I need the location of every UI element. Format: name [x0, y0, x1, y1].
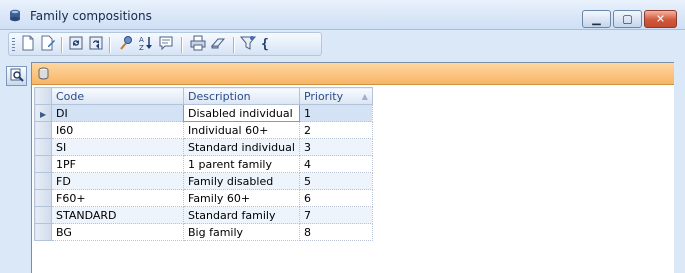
- toolbar-separator: [61, 37, 62, 53]
- cell-description[interactable]: Standard family: [183, 206, 300, 224]
- cell-description[interactable]: Family 60+: [183, 189, 300, 207]
- toolbar: AZ {: [8, 32, 322, 56]
- cell-priority[interactable]: 5: [298, 172, 373, 190]
- cell-code[interactable]: SI: [51, 138, 184, 156]
- table-row[interactable]: FD Family disabled 5: [34, 172, 373, 190]
- group-panel: [32, 63, 674, 85]
- comment-button[interactable]: [157, 36, 175, 53]
- table-row[interactable]: F60+ Family 60+ 6: [34, 189, 373, 207]
- preview-button[interactable]: [6, 66, 27, 86]
- toolbar-separator: [109, 37, 110, 53]
- refresh-all-button[interactable]: [87, 36, 105, 53]
- svg-text:Z: Z: [139, 44, 144, 51]
- database-icon: [38, 67, 49, 83]
- bracket-button[interactable]: {: [257, 36, 275, 53]
- toolbar-grip[interactable]: [12, 38, 15, 52]
- cell-description[interactable]: Disabled individual: [183, 104, 300, 122]
- table-row[interactable]: I60 Individual 60+ 2: [34, 121, 373, 139]
- svg-text:A: A: [139, 36, 144, 44]
- minimize-icon: ▁: [592, 12, 601, 26]
- eraser-icon: [210, 35, 226, 54]
- row-indicator[interactable]: [34, 138, 52, 156]
- refresh-icon: [68, 35, 84, 54]
- cell-code[interactable]: STANDARD: [51, 206, 184, 224]
- cell-priority[interactable]: 8: [298, 223, 373, 241]
- cell-priority[interactable]: 4: [298, 155, 373, 173]
- row-indicator-header: [34, 87, 52, 105]
- cell-description[interactable]: Individual 60+: [183, 121, 300, 139]
- table-row[interactable]: 1PF 1 parent family 4: [34, 155, 373, 173]
- title-bar: Family compositions ▁ ▢ ✕: [0, 0, 685, 30]
- cell-priority[interactable]: 1: [298, 104, 373, 122]
- refresh-button[interactable]: [67, 36, 85, 53]
- print-icon: [190, 35, 206, 54]
- sort-button[interactable]: AZ: [137, 36, 155, 53]
- cell-priority[interactable]: 6: [298, 189, 373, 207]
- data-grid: Code Description Priority ▲ ▶ DI Disabled…: [34, 87, 373, 241]
- maximize-button[interactable]: ▢: [613, 10, 642, 28]
- svg-text:{: {: [261, 37, 269, 51]
- row-indicator[interactable]: [34, 223, 52, 241]
- cell-priority[interactable]: 7: [298, 206, 373, 224]
- comment-icon: [158, 35, 174, 54]
- filter-button[interactable]: [239, 36, 257, 53]
- side-panel: [0, 62, 31, 273]
- row-indicator[interactable]: ▶: [34, 104, 52, 122]
- refresh-all-icon: [88, 35, 104, 54]
- new-document-icon: [20, 35, 36, 54]
- toolbar-separator: [181, 37, 182, 53]
- column-header-code[interactable]: Code: [51, 87, 184, 105]
- cell-code[interactable]: I60: [51, 121, 184, 139]
- column-header-priority-label: Priority: [303, 89, 344, 103]
- close-button[interactable]: ✕: [644, 10, 677, 28]
- pin-icon: [118, 35, 134, 54]
- column-header-description[interactable]: Description: [183, 87, 300, 105]
- main-content: Code Description Priority ▲ ▶ DI Disabled…: [31, 62, 674, 273]
- maximize-icon: ▢: [622, 12, 633, 26]
- database-icon: [9, 9, 21, 22]
- column-header-priority[interactable]: Priority ▲: [298, 87, 373, 105]
- magnifier-icon: [10, 68, 24, 85]
- table-row[interactable]: BG Big family 8: [34, 223, 373, 241]
- cell-code[interactable]: F60+: [51, 189, 184, 207]
- row-indicator[interactable]: [34, 121, 52, 139]
- cell-description[interactable]: Family disabled: [183, 172, 300, 190]
- current-row-icon: ▶: [40, 109, 47, 119]
- cell-description[interactable]: Standard individual: [183, 138, 300, 156]
- window-title: Family compositions: [30, 9, 152, 23]
- sort-az-icon: AZ: [138, 35, 154, 54]
- table-row[interactable]: ▶ DI Disabled individual 1: [34, 104, 373, 122]
- cell-code[interactable]: DI: [51, 104, 184, 122]
- cell-priority[interactable]: 2: [298, 121, 373, 139]
- new-button[interactable]: [19, 35, 37, 54]
- pin-button[interactable]: [117, 36, 135, 53]
- eraser-button[interactable]: [209, 36, 227, 53]
- table-row[interactable]: SI Standard individual 3: [34, 138, 373, 156]
- toolbar-separator: [233, 37, 234, 53]
- print-button[interactable]: [189, 35, 207, 54]
- row-indicator[interactable]: [34, 189, 52, 207]
- cell-code[interactable]: FD: [51, 172, 184, 190]
- cell-description[interactable]: Big family: [183, 223, 300, 241]
- bracket-icon: {: [258, 35, 274, 54]
- edit-document-icon: [40, 35, 56, 54]
- sort-ascending-icon: ▲: [361, 91, 368, 101]
- cell-description[interactable]: 1 parent family: [183, 155, 300, 173]
- row-indicator[interactable]: [34, 155, 52, 173]
- cell-priority[interactable]: 3: [298, 138, 373, 156]
- row-indicator[interactable]: [34, 206, 52, 224]
- edit-button[interactable]: [39, 35, 57, 54]
- cell-code[interactable]: 1PF: [51, 155, 184, 173]
- table-row[interactable]: STANDARD Standard family 7: [34, 206, 373, 224]
- close-icon: ✕: [655, 12, 666, 26]
- filter-icon: [239, 35, 257, 54]
- row-indicator[interactable]: [34, 172, 52, 190]
- minimize-button[interactable]: ▁: [582, 10, 611, 28]
- cell-code[interactable]: BG: [51, 223, 184, 241]
